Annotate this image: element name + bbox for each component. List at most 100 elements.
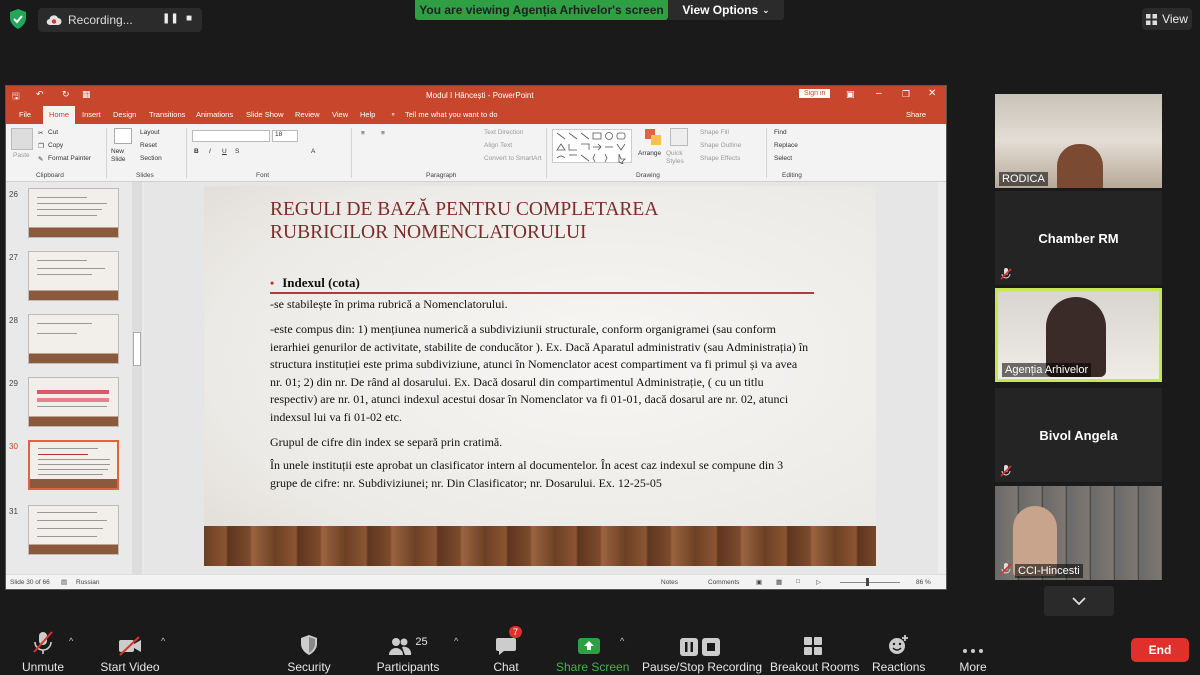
- cut-button[interactable]: Cut: [48, 129, 58, 136]
- section-button[interactable]: Section: [140, 155, 162, 162]
- more-button[interactable]: More: [956, 628, 990, 674]
- view-button[interactable]: View: [1142, 8, 1192, 30]
- start-video-button[interactable]: Start Video: [100, 628, 160, 674]
- copy-button[interactable]: Copy: [48, 142, 63, 149]
- replace-button[interactable]: Replace: [774, 142, 798, 149]
- participants-button[interactable]: 25 Participants: [376, 628, 440, 674]
- paste-button[interactable]: Paste: [13, 152, 30, 159]
- spellcheck-icon[interactable]: ▤: [61, 578, 67, 586]
- participant-tile[interactable]: Bivol Angela: [995, 388, 1162, 482]
- quick-styles-button[interactable]: Quick Styles: [666, 150, 692, 166]
- pause-stop-recording-button[interactable]: Pause/Stop Recording: [642, 628, 762, 674]
- arrange-button[interactable]: Arrange: [638, 150, 661, 157]
- shape-fill-button[interactable]: Shape Fill: [700, 129, 729, 136]
- tab-animations[interactable]: Animations: [196, 110, 233, 119]
- shape-effects-button[interactable]: Shape Effects: [700, 155, 740, 162]
- quick-styles-icon[interactable]: [670, 128, 688, 146]
- font-size-input[interactable]: 18: [272, 130, 298, 142]
- format-painter-icon[interactable]: ✎: [38, 155, 43, 163]
- slide-title[interactable]: REGULI DE BAZĂ PENTRU COMPLETAREA RUBRIC…: [270, 198, 790, 244]
- arrange-icon[interactable]: [644, 128, 662, 146]
- share-options-caret[interactable]: ^: [620, 636, 624, 646]
- bold-icon[interactable]: B: [194, 148, 199, 155]
- select-button[interactable]: Select: [774, 155, 792, 162]
- zoom-level[interactable]: 86 %: [916, 579, 931, 586]
- pause-recording-icon[interactable]: ❚❚: [162, 13, 179, 24]
- shapes-gallery[interactable]: [552, 129, 632, 165]
- more-participants-button[interactable]: [1044, 586, 1114, 616]
- slide-thumbnail-selected[interactable]: [28, 440, 119, 490]
- minimize-icon[interactable]: –: [876, 88, 882, 99]
- notes-button[interactable]: Notes: [661, 579, 678, 586]
- bullets-icon[interactable]: ≡: [361, 130, 365, 137]
- font-name-input[interactable]: [192, 130, 270, 142]
- tab-insert[interactable]: Insert: [82, 110, 101, 119]
- tab-help[interactable]: Help: [360, 110, 375, 119]
- italic-icon[interactable]: I: [209, 148, 211, 155]
- audio-options-caret[interactable]: ^: [69, 636, 73, 646]
- paste-icon[interactable]: [11, 128, 33, 150]
- align-text-button[interactable]: Align Text: [484, 142, 512, 149]
- copy-icon[interactable]: ❐: [38, 142, 44, 150]
- ribbon-display-icon[interactable]: ▣: [846, 89, 855, 100]
- zoom-slider-handle[interactable]: [866, 578, 869, 586]
- share-screen-button[interactable]: Share Screen: [556, 628, 629, 674]
- tab-file[interactable]: File: [19, 110, 31, 119]
- reading-view-icon[interactable]: □: [796, 578, 800, 585]
- strikethrough-icon[interactable]: S: [235, 148, 239, 155]
- tab-design[interactable]: Design: [113, 110, 136, 119]
- slide-thumbnail[interactable]: [28, 314, 119, 364]
- find-button[interactable]: Find: [774, 129, 787, 136]
- zoom-slider[interactable]: [840, 582, 900, 583]
- save-icon[interactable]: 🖫: [12, 89, 20, 105]
- end-meeting-button[interactable]: End: [1131, 638, 1189, 662]
- new-slide-button[interactable]: New Slide: [111, 148, 135, 164]
- cut-icon[interactable]: ✂: [38, 129, 43, 137]
- participant-tile[interactable]: RODICA: [995, 94, 1162, 188]
- undo-icon[interactable]: ↶: [36, 89, 44, 100]
- sign-in-button[interactable]: Sign in: [799, 89, 831, 98]
- slide-scrollbar[interactable]: [938, 182, 946, 574]
- reset-button[interactable]: Reset: [140, 142, 157, 149]
- security-shield-icon[interactable]: [8, 8, 28, 30]
- tab-slide-show[interactable]: Slide Show: [246, 110, 284, 119]
- tab-transitions[interactable]: Transitions: [149, 110, 185, 119]
- video-options-caret[interactable]: ^: [161, 636, 165, 646]
- convert-smartart-button[interactable]: Convert to SmartArt: [484, 155, 541, 162]
- layout-button[interactable]: Layout: [140, 129, 160, 136]
- participants-options-caret[interactable]: ^: [454, 636, 458, 646]
- tab-review[interactable]: Review: [295, 110, 320, 119]
- stop-recording-icon[interactable]: ■: [186, 13, 192, 24]
- redo-icon[interactable]: ↻: [62, 89, 70, 100]
- tab-view[interactable]: View: [332, 110, 348, 119]
- current-slide[interactable]: REGULI DE BAZĂ PENTRU COMPLETAREA RUBRIC…: [204, 186, 876, 566]
- restore-icon[interactable]: ❐: [902, 89, 910, 100]
- security-button[interactable]: Security: [284, 628, 334, 674]
- font-color-icon[interactable]: A: [311, 148, 315, 155]
- slide-thumbnail[interactable]: [28, 188, 119, 238]
- tell-me-input[interactable]: Tell me what you want to do: [405, 110, 498, 119]
- language-label[interactable]: Russian: [76, 579, 99, 586]
- unmute-button[interactable]: Unmute: [20, 628, 66, 674]
- view-options-button[interactable]: View Options ⌄: [668, 0, 784, 20]
- slide-thumbnail[interactable]: [28, 505, 119, 555]
- slideshow-view-icon[interactable]: ▷: [816, 578, 821, 586]
- tab-home[interactable]: Home: [43, 106, 76, 124]
- numbering-icon[interactable]: ≡: [381, 130, 385, 137]
- close-icon[interactable]: ✕: [928, 88, 936, 99]
- underline-icon[interactable]: U: [222, 148, 227, 155]
- slide-thumbnail[interactable]: [28, 377, 119, 427]
- breakout-rooms-button[interactable]: Breakout Rooms: [770, 628, 859, 674]
- participant-tile[interactable]: CCI-Hincesti: [995, 486, 1162, 580]
- participant-tile[interactable]: Chamber RM: [995, 191, 1162, 285]
- reactions-button[interactable]: Reactions: [872, 628, 925, 674]
- comments-button[interactable]: Comments: [708, 579, 739, 586]
- new-slide-icon[interactable]: [114, 128, 132, 144]
- present-icon[interactable]: ▦: [82, 89, 91, 100]
- slide-thumbnail[interactable]: [28, 251, 119, 301]
- text-direction-button[interactable]: Text Direction: [484, 129, 523, 136]
- share-button[interactable]: Share: [906, 110, 926, 119]
- normal-view-icon[interactable]: ▣: [756, 578, 762, 586]
- chat-button[interactable]: 7 Chat: [488, 626, 524, 674]
- participant-tile-active-speaker[interactable]: Agenția Arhivelor: [995, 288, 1162, 382]
